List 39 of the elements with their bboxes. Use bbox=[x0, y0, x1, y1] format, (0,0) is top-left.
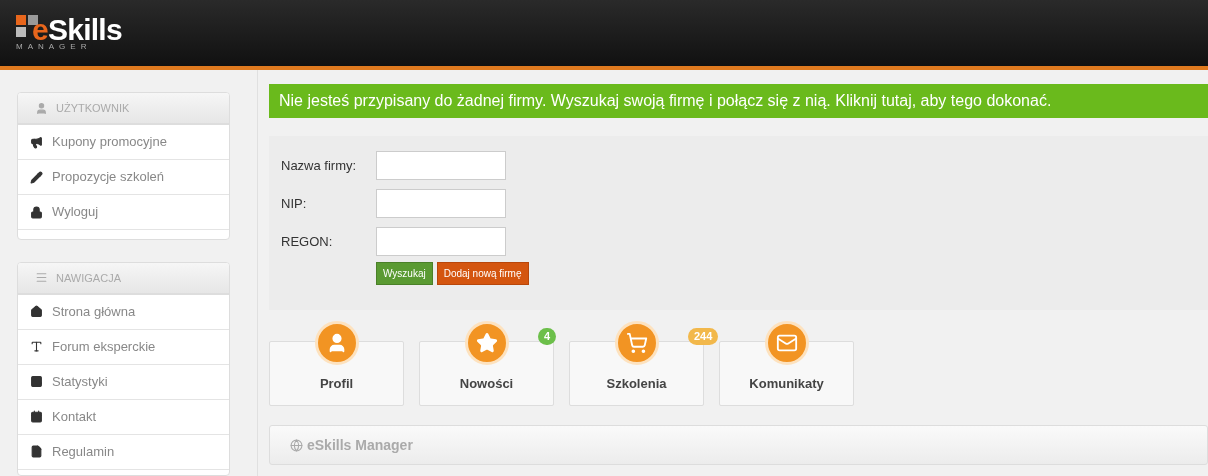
tile-label: Nowości bbox=[459, 374, 514, 393]
envelope-icon bbox=[764, 321, 809, 365]
sidebar-item[interactable]: Forum eksperckie bbox=[18, 329, 229, 365]
field-label: NIP: bbox=[281, 194, 308, 213]
sidebar-item[interactable]: Statystyki bbox=[18, 364, 229, 400]
menu-icon bbox=[35, 271, 48, 285]
add-button[interactable]: Dodaj nową firmę bbox=[436, 262, 529, 285]
user-icon bbox=[35, 101, 48, 115]
megaphone-icon bbox=[30, 135, 43, 149]
panel-title: eSkills Manager bbox=[307, 435, 413, 455]
search-button[interactable]: Wyszukaj bbox=[376, 262, 433, 285]
field-label: Nazwa firmy: bbox=[281, 156, 358, 175]
sidebar-item[interactable]: Kontakt bbox=[18, 399, 229, 435]
cart-icon bbox=[614, 321, 659, 365]
text-field[interactable] bbox=[376, 227, 506, 256]
sidebar-item[interactable]: Wyloguj bbox=[18, 195, 229, 230]
alert-banner[interactable]: Nie jesteś przypisany do żadnej firmy. Wyszukaj swoją firmę i połącz się z nią. Kliknij tutaj, aby tego dokonać. bbox=[269, 84, 1208, 118]
count-badge: 244 bbox=[688, 328, 719, 345]
file-icon bbox=[30, 445, 43, 459]
tile-label: Szkolenia bbox=[606, 374, 667, 393]
sidebar-item[interactable]: Strona główna bbox=[18, 294, 229, 330]
home-icon bbox=[30, 305, 43, 319]
field-label: REGON: bbox=[281, 232, 334, 251]
tile-label: Profil bbox=[319, 374, 354, 393]
sidebar-item[interactable]: Kupony promocyjne bbox=[18, 125, 229, 160]
logo[interactable]: eSkills MANAGER bbox=[16, 15, 122, 51]
lock-icon bbox=[30, 205, 43, 219]
tile-label: Komunikaty bbox=[749, 374, 824, 393]
sidebar-item[interactable]: Propozycje szkoleń bbox=[18, 160, 229, 195]
user-icon bbox=[314, 321, 359, 365]
panel-title: NAWIGACJA bbox=[56, 270, 121, 286]
calendar-icon bbox=[30, 410, 43, 424]
count-badge: 4 bbox=[538, 328, 557, 345]
sidebar-item[interactable]: Regulamin bbox=[18, 434, 229, 470]
text-field[interactable] bbox=[376, 189, 506, 218]
text-field[interactable] bbox=[376, 151, 506, 180]
globe-icon bbox=[290, 438, 303, 452]
pencil-icon bbox=[30, 170, 43, 184]
panel-title: UŻYTKOWNIK bbox=[56, 100, 130, 116]
